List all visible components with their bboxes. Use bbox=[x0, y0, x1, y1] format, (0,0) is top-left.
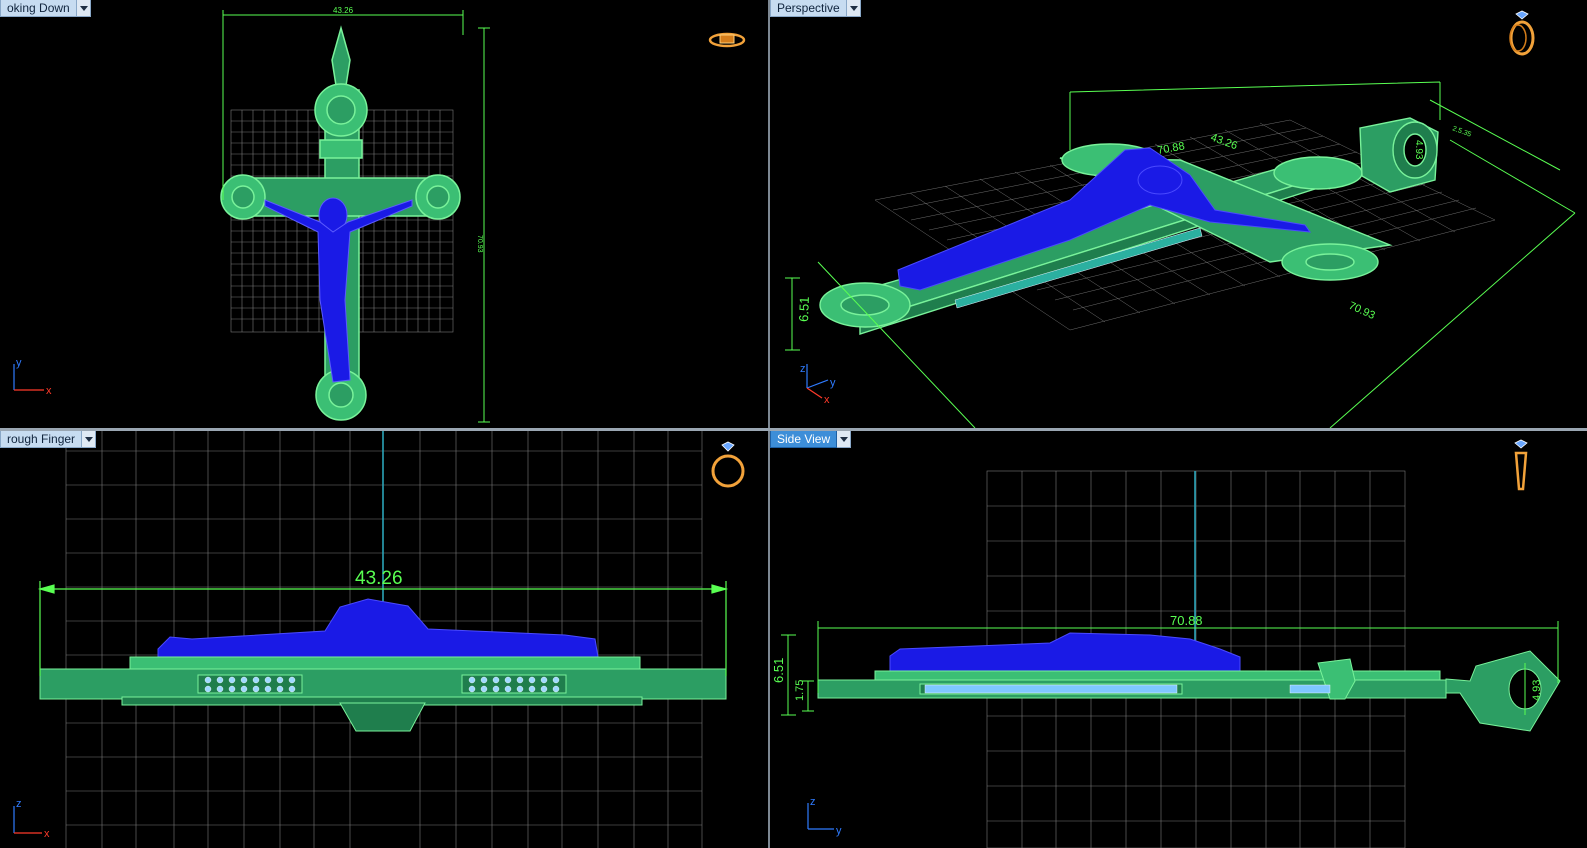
axis-label-x: x bbox=[824, 394, 830, 406]
viewport-looking-down[interactable]: oking Down 43.26 70.93 y x bbox=[0, 0, 768, 428]
perspective-scene: 70.88 43.26 6.51 70.93 4.93 2.5.35 z y x bbox=[785, 81, 1576, 428]
axis-label-y: y bbox=[830, 377, 836, 389]
side-view-scene: 70.88 6.51 1.75 4.93 z y bbox=[771, 470, 1561, 848]
through-finger-scene: 43.26 z x bbox=[13, 431, 729, 848]
axis-triad bbox=[13, 806, 42, 834]
viewport-perspective[interactable]: Perspective 70.88 43.26 6.51 70.93 4.93 … bbox=[770, 0, 1587, 428]
viewport-menu-dropdown-icon[interactable] bbox=[82, 431, 97, 448]
axis-label-y: y bbox=[836, 825, 842, 837]
viewport-tab-through-finger[interactable]: rough Finger bbox=[0, 431, 97, 448]
axis-label-z: z bbox=[800, 363, 806, 375]
figure-model bbox=[897, 147, 1312, 291]
axis-label-y: y bbox=[16, 357, 22, 369]
viewport-tab-perspective[interactable]: Perspective bbox=[770, 0, 861, 17]
figure-model bbox=[264, 197, 413, 383]
axis-label-z: z bbox=[16, 798, 22, 810]
dimension-width: 43.26 bbox=[1209, 132, 1239, 153]
dimension-bail: 4.93 bbox=[1531, 680, 1543, 701]
figure-model bbox=[889, 632, 1241, 676]
dimension-side: 70.93 bbox=[1347, 300, 1377, 322]
viewport-side-view[interactable]: Side View 70.88 6.51 1.75 4.93 z y bbox=[770, 431, 1587, 848]
dimension-lines bbox=[785, 81, 1576, 428]
axis-label-x: x bbox=[44, 828, 50, 840]
viewport-splitter-vertical[interactable] bbox=[768, 0, 770, 848]
dimension-height: 6.51 bbox=[771, 658, 786, 683]
dimension-ring-extra: 2.5.35 bbox=[1451, 125, 1472, 138]
viewport-tab-side-view[interactable]: Side View bbox=[770, 431, 852, 448]
dimension-ring: 4.93 bbox=[1413, 140, 1424, 160]
dimension-width: 43.26 bbox=[333, 6, 354, 15]
ring-front-icon[interactable] bbox=[708, 441, 748, 491]
viewport-menu-dropdown-icon[interactable] bbox=[846, 0, 861, 17]
dimension-width: 43.26 bbox=[355, 568, 403, 589]
axis-triad bbox=[806, 364, 829, 399]
dimension-length: 70.88 bbox=[1170, 613, 1203, 628]
viewport-tab-looking-down[interactable]: oking Down bbox=[0, 0, 91, 17]
ring-top-icon[interactable] bbox=[706, 28, 748, 52]
viewport-menu-dropdown-icon[interactable] bbox=[837, 431, 852, 448]
dimension-thickness: 1.75 bbox=[794, 680, 806, 701]
viewport-tab-label: oking Down bbox=[0, 0, 77, 17]
viewport-menu-dropdown-icon[interactable] bbox=[76, 0, 91, 17]
figure-model bbox=[157, 598, 599, 662]
axis-label-z: z bbox=[810, 796, 816, 808]
dimension-height: 6.51 bbox=[796, 296, 812, 322]
dimension-length: 70.88 bbox=[1156, 140, 1185, 157]
viewport-tab-label: rough Finger bbox=[0, 431, 83, 448]
axis-label-x: x bbox=[46, 385, 52, 397]
ring-perspective-icon[interactable] bbox=[1504, 10, 1538, 58]
viewport-tab-label: Side View bbox=[770, 431, 838, 448]
dimension-height: 70.93 bbox=[476, 235, 483, 253]
viewport-through-finger[interactable]: rough Finger 43.26 z x bbox=[0, 431, 768, 848]
ring-side-icon[interactable] bbox=[1510, 439, 1532, 493]
viewport-tab-label: Perspective bbox=[770, 0, 847, 17]
looking-down-scene: 43.26 70.93 y x bbox=[13, 6, 490, 423]
cross-model bbox=[39, 656, 727, 732]
